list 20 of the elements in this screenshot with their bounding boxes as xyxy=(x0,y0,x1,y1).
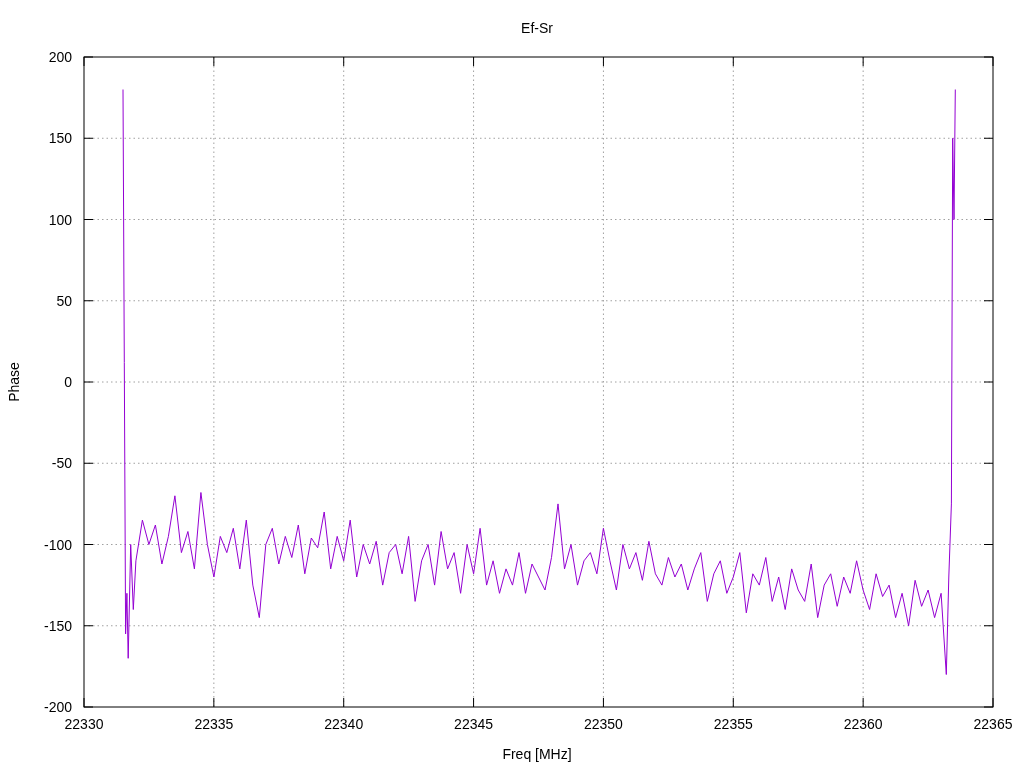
x-tick-label: 22365 xyxy=(973,716,1013,732)
y-tick-label: 100 xyxy=(48,211,72,228)
y-tick-label: 200 xyxy=(48,49,72,65)
x-tick-label: 22360 xyxy=(843,716,883,732)
x-tick-label: 22340 xyxy=(324,716,364,732)
y-tick-label: -100 xyxy=(43,536,72,553)
y-tick-label: -200 xyxy=(43,699,72,715)
y-tick-label: -50 xyxy=(51,455,72,472)
y-tick-label: 0 xyxy=(64,374,72,390)
y-tick-label: 50 xyxy=(56,292,72,309)
y-tick-label: -150 xyxy=(43,617,72,634)
y-axis-label: Phase xyxy=(6,362,22,402)
x-tick-label: 22345 xyxy=(454,716,494,732)
x-tick-label: 22335 xyxy=(194,716,234,732)
x-tick-label: 22350 xyxy=(583,716,623,732)
chart-title: Ef-Sr xyxy=(521,20,553,36)
y-tick-label: 150 xyxy=(48,130,72,147)
x-axis-label: Freq [MHz] xyxy=(502,746,572,762)
x-tick-label: 22330 xyxy=(64,716,104,732)
x-tick-label: 22355 xyxy=(713,716,753,732)
